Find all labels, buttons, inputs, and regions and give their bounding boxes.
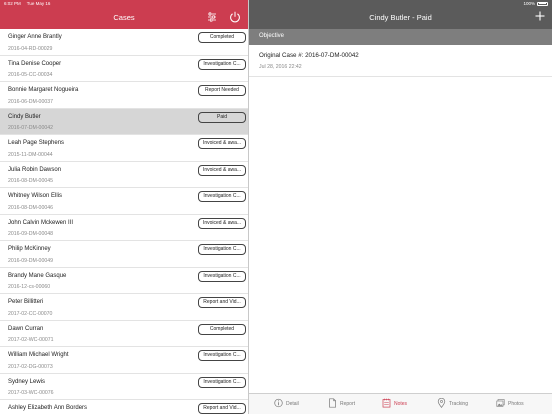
status-badge: Report and Vid... [198,403,246,414]
case-number: 2016-08-DM-00046 [8,204,53,211]
case-row[interactable]: Cindy Butler 2016-07-DM-00042 Paid [0,108,248,135]
case-number: 2016-07-DM-00042 [8,125,53,131]
case-name: William Michael Wright [8,352,69,358]
tab-label: Detail [286,401,299,407]
add-note-button[interactable] [534,10,546,24]
case-name: Dawn Curran [8,325,44,332]
case-number: 2017-03-WC-00076 [8,390,54,396]
detail-title: Cindy Butler - Paid [369,13,432,22]
case-row[interactable]: Philip McKinney 2016-09-DM-00049 Investiga… [0,241,248,268]
tab-bar: Detail Report Notes Tracking Photos [249,393,552,414]
info-icon [274,398,283,408]
status-bar-right: 100% [523,1,548,7]
tab-label: Notes [394,401,408,407]
case-number: 2015-11-DM-00044 [8,151,53,158]
tab-label: Photos [508,401,524,407]
case-row[interactable]: Brandy Mane Gasque 2016-12-cs-00060 Invest… [0,267,248,294]
case-row[interactable]: William Michael Wright 2017-02-DG-00073 In… [0,347,248,374]
case-list: Ginger Anne Brantly 2016-04-RD-00029 Compl… [0,29,248,414]
case-name: Peter Billitteri [8,299,44,305]
section-label: Objective [259,33,285,39]
case-name: Ashley Elizabeth Ann Borders [8,405,88,411]
case-number: 2017-02-CC-00070 [8,310,53,317]
case-name: Ginger Anne Brantly [8,34,62,40]
detail-header: 100% Cindy Butler - Paid [249,0,552,29]
location-pin-icon [437,398,446,408]
status-badge: Invoiced & awa... [198,164,246,176]
case-number: 2016-06-DM-00037 [8,98,53,105]
cases-header: 6:02 PM Tue May 16 Cases [0,0,248,29]
status-badge: Completed [198,323,246,335]
cases-panel: 6:02 PM Tue May 16 Cases Ginger Anne Bran… [0,0,248,414]
case-name: Cindy Butler [8,113,41,120]
case-row[interactable]: Ginger Anne Brantly 2016-04-RD-00029 Compl… [0,29,248,56]
status-badge: Paid [198,111,246,123]
status-badge: Report Needed [198,85,246,96]
photos-icon [496,399,505,407]
plus-icon [535,11,545,21]
document-icon [329,398,336,408]
case-row[interactable]: Leah Page Stephens 2015-11-DM-00044 Invoic… [0,135,248,162]
case-row[interactable]: Sydney Lewis 2017-03-WC-00076 Investigatio… [0,373,248,400]
notes-icon [382,398,391,408]
case-number: 2016-09-DM-00049 [8,257,53,264]
tab-label: Report [340,401,356,407]
status-badge: Investigation C... [198,244,246,255]
case-name: John Calvin Mckewen III [8,219,74,226]
case-row[interactable]: Peter Billitteri 2017-02-CC-00070 Report a… [0,294,248,321]
case-row[interactable]: John Calvin Mckewen III 2016-09-DM-00048 I… [0,214,248,241]
sliders-icon[interactable] [207,12,217,22]
case-number: 2016-05-CC-00034 [8,72,53,78]
status-badge: Investigation C... [198,191,246,202]
case-row[interactable]: Bonnie Margaret Nogueira 2016-06-DM-00037… [0,82,248,109]
case-number: 2016-09-DM-00048 [8,231,53,237]
case-name: Bonnie Margaret Nogueira [8,87,79,93]
power-icon[interactable] [229,11,241,23]
note-title: Original Case #: 2016-07-DM-00042 [259,52,359,59]
case-number: 2016-04-RD-00029 [8,45,53,52]
status-badge: Investigation C... [198,270,246,282]
battery-percent: 100% [523,1,535,6]
status-bar-left: 6:02 PM Tue May 16 [4,1,56,6]
case-row[interactable]: Whitney Wilson Ellis 2016-08-DM-00046 Inve… [0,188,248,215]
case-detail-panel: 100% Cindy Butler - Paid Objective Origi… [249,0,552,414]
note-item[interactable]: Original Case #: 2016-07-DM-00042 Jul 28… [249,45,552,77]
section-header: Objective [249,29,552,45]
tab-label: Tracking [449,401,468,407]
status-date: Tue May 16 [26,1,51,6]
case-name: Julia Robin Dawson [8,166,62,173]
status-badge: Invoiced & awa... [198,138,246,149]
status-badge: Investigation C... [198,58,246,70]
case-name: Sydney Lewis [8,378,46,385]
case-number: 2016-08-DM-00045 [8,178,53,184]
status-badge: Invoiced & awa... [198,217,246,229]
case-number: 2017-02-DG-00073 [8,363,53,370]
case-name: Brandy Mane Gasque [8,272,67,279]
case-row[interactable]: Julia Robin Dawson 2016-08-DM-00045 Invoic… [0,161,248,188]
status-badge: Investigation C... [198,376,246,388]
status-badge: Investigation C... [198,350,246,361]
case-row[interactable]: Ashley Elizabeth Ann Borders Report and V… [0,400,248,414]
case-number: 2016-12-cs-00060 [8,284,51,290]
status-badge: Completed [198,32,246,43]
status-time: 6:02 PM [4,1,21,6]
note-date: Jul 28, 2016 22:42 [259,63,302,70]
case-name: Philip McKinney [8,246,51,252]
case-name: Tina Denise Cooper [8,60,62,67]
case-row[interactable]: Dawn Curran 2017-02-WC-00071 Completed [0,320,248,347]
case-name: Whitney Wilson Ellis [8,193,63,199]
case-row[interactable]: Tina Denise Cooper 2016-05-CC-00034 Invest… [0,55,248,82]
battery-icon [537,1,548,7]
case-number: 2017-02-WC-00071 [8,337,54,343]
case-name: Leah Page Stephens [8,140,65,146]
status-badge: Report and Vid... [198,297,246,308]
